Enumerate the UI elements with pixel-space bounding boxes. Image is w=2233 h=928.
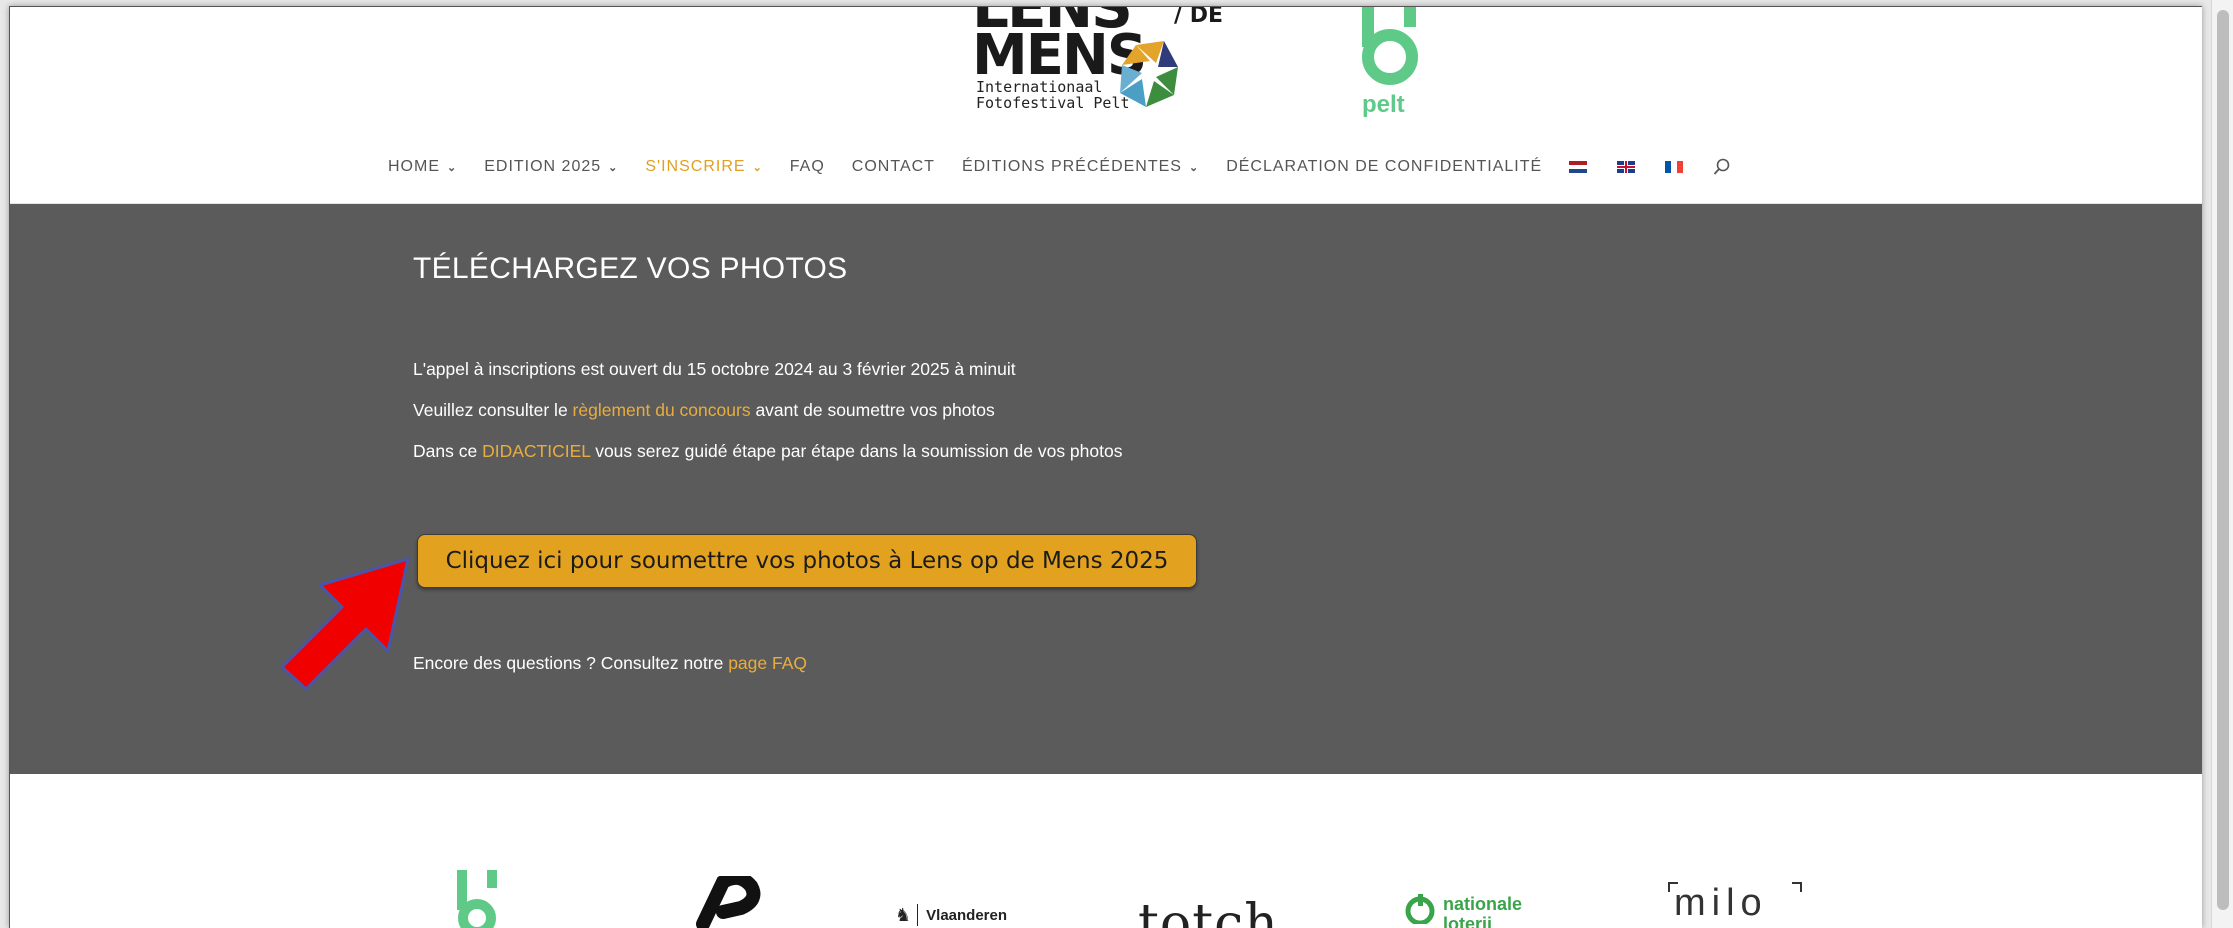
tutorial-link[interactable]: DIDACTICIEL — [482, 441, 590, 461]
loterij-icon — [1405, 894, 1435, 924]
main-navigation: HOME ⌄ EDITION 2025 ⌄ S'INSCRIRE ⌄ FAQ C… — [388, 155, 1731, 179]
nav-item-confidentialite[interactable]: DÉCLARATION DE CONFIDENTIALITÉ — [1226, 158, 1542, 176]
divider — [917, 904, 919, 926]
scrollbar-thumb[interactable] — [2217, 10, 2229, 910]
chevron-down-icon: ⌄ — [608, 161, 619, 174]
pelt-mark-icon — [1362, 7, 1418, 85]
pelt-logo-word: pelt — [1362, 91, 1405, 118]
milo-label: milo — [1674, 882, 1768, 924]
rules-text: Veuillez consulter le règlement du conco… — [413, 400, 995, 421]
vertical-scrollbar[interactable] — [2211, 0, 2233, 928]
faq-text: Encore des questions ? Consultez notre p… — [413, 653, 807, 674]
logo-subtitle-2: Fotofestival Pelt — [976, 94, 1130, 112]
flag-fr-icon[interactable] — [1665, 161, 1684, 173]
faq-link[interactable]: page FAQ — [728, 653, 807, 673]
nav-label: HOME — [388, 158, 440, 175]
pelt-logo[interactable]: pelt — [1350, 7, 1440, 119]
chevron-down-icon: ⌄ — [447, 161, 458, 174]
nav-item-contact[interactable]: CONTACT — [852, 158, 935, 176]
nav-label: CONTACT — [851, 158, 935, 175]
nav-item-home[interactable]: HOME ⌄ — [388, 158, 457, 176]
sponsor-p-logo[interactable] — [693, 870, 763, 928]
nav-label: S'INSCRIRE — [645, 158, 746, 175]
tutorial-text-pre: Dans ce — [413, 441, 483, 461]
nav-label: DÉCLARATION DE CONFIDENTIALITÉ — [1226, 158, 1543, 175]
flag-uk-icon[interactable] — [1617, 161, 1636, 173]
chevron-down-icon: ⌄ — [1188, 161, 1200, 174]
registration-period-text: L'appel à inscriptions est ouvert du 15 … — [413, 359, 1016, 379]
logo-subtitle-1: Internationaal — [976, 78, 1103, 96]
vlaanderen-label: Vlaanderen — [926, 906, 1008, 924]
page-title: TÉLÉCHARGEZ VOS PHOTOS — [413, 252, 848, 285]
submit-photos-button[interactable]: Cliquez ici pour soumettre vos photos à … — [417, 534, 1197, 588]
nav-item-sinscrire[interactable]: S'INSCRIRE ⌄ — [645, 158, 762, 176]
tutorial-text-post: vous serez guidé étape par étape dans la… — [590, 441, 1123, 461]
loterij-line2: loterij — [1443, 914, 1493, 928]
faq-text-pre: Encore des questions ? Consultez notre — [413, 653, 729, 673]
nav-label: EDITION 2025 — [484, 158, 602, 175]
rules-link[interactable]: règlement du concours — [573, 400, 751, 420]
lion-icon: ♞ — [895, 904, 912, 926]
flag-nl-icon[interactable] — [1569, 161, 1588, 173]
lens-op-de-mens-logo[interactable]: LENS / DE MENS Internationaal Fotofestiv… — [968, 7, 1228, 119]
loterij-line1: nationale — [1443, 894, 1523, 914]
browser-page: LENS / DE MENS Internationaal Fotofestiv… — [9, 6, 2202, 928]
rules-text-pre: Veuillez consulter le — [413, 400, 573, 420]
nav-item-editions-precedentes[interactable]: ÉDITIONS PRÉCÉDENTES ⌄ — [962, 158, 1199, 176]
nav-label: FAQ — [789, 158, 825, 175]
tutorial-text: Dans ce DIDACTICIEL vous serez guidé éta… — [413, 441, 1122, 462]
aperture-icon — [1120, 41, 1178, 107]
sponsor-milo-logo[interactable]: milo — [1668, 882, 1802, 925]
search-icon[interactable] — [1713, 158, 1731, 176]
logo-op-de-word: / DE — [1174, 6, 1223, 28]
sponsor-pelt-logo[interactable] — [455, 870, 505, 928]
sponsor-vlaanderen-logo[interactable]: ♞ Vlaanderen — [895, 904, 1007, 926]
red-arrow-annotation-icon — [280, 557, 410, 691]
sponsor-nationale-loterij-logo[interactable]: nationale loterij — [1405, 894, 1522, 928]
rules-text-post: avant de soumettre vos photos — [750, 400, 995, 420]
sponsor-p-icon — [696, 870, 761, 928]
sponsor-totch-logo[interactable]: totch — [1138, 894, 1279, 928]
nav-item-edition-2025[interactable]: EDITION 2025 ⌄ — [484, 158, 618, 176]
chevron-down-icon: ⌄ — [752, 161, 763, 174]
site-header: LENS / DE MENS Internationaal Fotofestiv… — [10, 7, 2202, 204]
nav-label: ÉDITIONS PRÉCÉDENTES — [961, 158, 1182, 175]
pelt-mark-icon — [457, 870, 497, 928]
nav-item-faq[interactable]: FAQ — [790, 158, 825, 176]
sponsors-section: ♞ Vlaanderen totch nationale loterij mil… — [10, 774, 2202, 928]
